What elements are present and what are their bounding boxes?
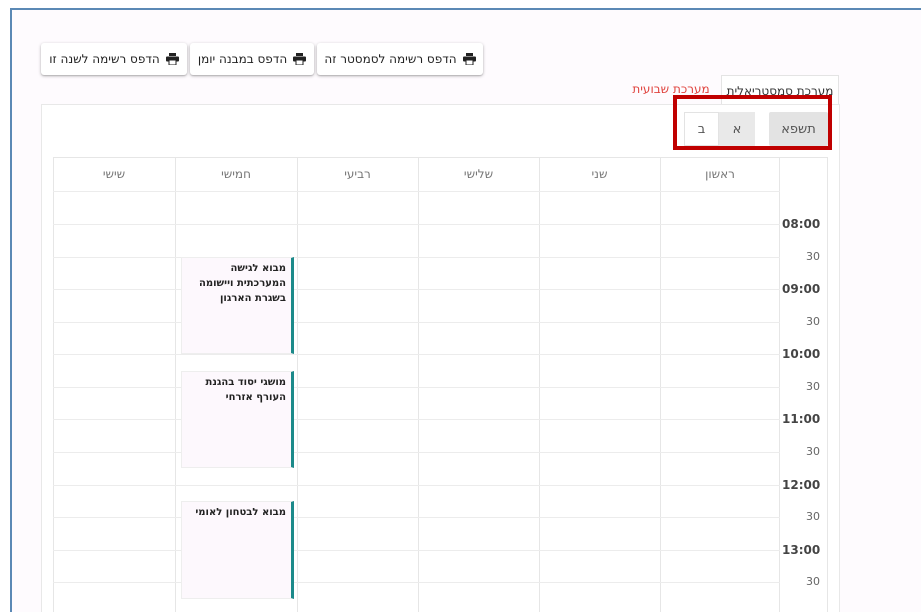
time-label: 09:00 [782, 282, 821, 296]
printer-icon [293, 53, 307, 65]
day-header-friday: שישי [102, 167, 126, 181]
day-column-tuesday [418, 157, 539, 612]
day-column-sunday [660, 157, 780, 612]
time-label: 30 [806, 510, 820, 523]
day-header-monday: שני [591, 167, 608, 181]
time-label: 30 [806, 445, 820, 458]
printer-icon [462, 53, 476, 65]
time-label: 30 [806, 380, 820, 393]
course-event[interactable]: מבוא לגישה המערכתית ויישומה בשגרת הארגון [181, 257, 294, 354]
slot-line [53, 289, 780, 290]
selector-highlight-box [673, 95, 832, 150]
print-year-list-label: הדפס רשימה לשנה זו [49, 52, 160, 66]
time-label: 30 [806, 250, 820, 263]
print-calendar-view-label: הדפס במבנה יומן [197, 52, 288, 66]
slot-line [53, 322, 780, 323]
slot-line [53, 191, 780, 192]
day-column-monday [539, 157, 660, 612]
slot-line [53, 257, 780, 258]
day-header-thursday: חמישי [221, 167, 251, 181]
time-label: 11:00 [782, 412, 821, 426]
time-label: 12:00 [782, 478, 821, 492]
slot-line [53, 517, 780, 518]
day-header-wednesday: רביעי [344, 167, 371, 181]
time-label: 08:00 [782, 217, 821, 231]
day-header-tuesday: שלישי [463, 167, 494, 181]
calendar-right-border [827, 157, 828, 612]
slot-line [53, 224, 780, 225]
print-year-list-button[interactable]: הדפס רשימה לשנה זו [41, 43, 187, 75]
course-event[interactable]: מושגי יסוד בהגנת העורף אזרחי [181, 371, 294, 468]
time-label: 10:00 [782, 347, 821, 361]
day-column-friday [53, 157, 175, 612]
slot-line [53, 452, 780, 453]
time-label: 13:00 [782, 543, 821, 557]
print-semester-list-button[interactable]: הדפס רשימה לסמסטר זה [317, 43, 483, 75]
slot-line [53, 485, 780, 486]
print-semester-list-label: הדפס רשימה לסמסטר זה [324, 52, 457, 66]
time-label: 30 [806, 315, 820, 328]
slot-line [53, 387, 780, 388]
day-column-wednesday [297, 157, 418, 612]
time-label: 30 [806, 575, 820, 588]
slot-line [53, 354, 780, 355]
course-event[interactable]: מבוא לבטחון לאומי [181, 501, 294, 599]
slot-line [53, 419, 780, 420]
day-header-sunday: ראשון [705, 167, 735, 181]
printer-icon [165, 53, 179, 65]
print-calendar-view-button[interactable]: הדפס במבנה יומן [190, 43, 314, 75]
slot-line [53, 582, 780, 583]
slot-line [53, 550, 780, 551]
